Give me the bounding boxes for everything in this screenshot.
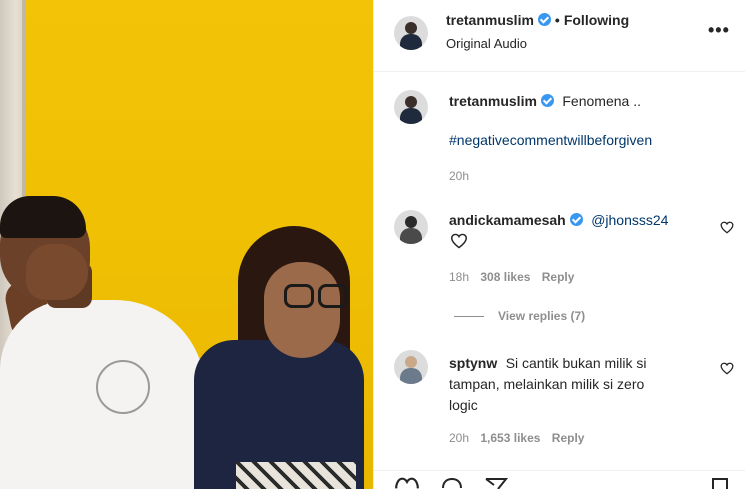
view-replies-row[interactable]: View replies (7) (454, 309, 585, 323)
audio-label[interactable]: Original Audio (446, 36, 527, 51)
share-icon[interactable] (484, 476, 508, 489)
commenter-avatar[interactable] (394, 350, 428, 384)
woman-skirt (236, 462, 356, 489)
comment-meta: 20h 1,653 likes Reply (449, 431, 584, 445)
heart-icon[interactable] (394, 476, 420, 489)
header-username[interactable]: tretanmuslim (446, 12, 534, 28)
caption-avatar[interactable] (394, 90, 428, 124)
verified-badge-icon (569, 213, 583, 226)
comment-time: 18h (449, 270, 470, 284)
caption-line: tretanmuslim Fenomena .. (449, 93, 641, 111)
bookmark-icon[interactable] (710, 476, 730, 489)
comment-icon[interactable] (440, 476, 464, 489)
caption-time: 20h (449, 169, 470, 183)
avatar-body (400, 228, 422, 244)
view-replies-button[interactable]: View replies (7) (498, 309, 585, 323)
avatar-body (400, 34, 422, 50)
shirt-print (96, 360, 150, 414)
glasses-right-lens (318, 284, 348, 308)
reply-button[interactable]: Reply (552, 431, 585, 445)
comment-text-line3: logic (449, 397, 478, 413)
following-button[interactable]: Following (564, 12, 629, 28)
replies-divider (454, 316, 484, 318)
avatar-head (405, 356, 417, 368)
comment-username[interactable]: sptynw (449, 355, 497, 371)
heart-icon[interactable] (450, 233, 468, 249)
woman-face (264, 262, 340, 358)
comment-likes[interactable]: 308 likes (480, 270, 530, 284)
more-icon[interactable]: ••• (708, 20, 730, 41)
comment-mention[interactable]: @jhonsss24 (591, 212, 668, 228)
verified-badge-icon (537, 13, 551, 26)
comment-like-heart-icon[interactable] (720, 362, 734, 375)
comment-meta: 18h 308 likes Reply (449, 270, 574, 284)
post-header: tretanmuslim • Following Original Audio ••… (374, 0, 745, 72)
author-avatar[interactable] (394, 16, 428, 50)
avatar-head (405, 216, 417, 228)
man-hand-covering-face (26, 244, 88, 300)
comment-body: sptynw Si cantik bukan milik si tampan, … (449, 353, 694, 416)
header-user-line: tretanmuslim • Following (446, 12, 629, 28)
comment-username[interactable]: andickamamesah (449, 212, 566, 228)
avatar-body (400, 108, 422, 124)
commenter-avatar[interactable] (394, 210, 428, 244)
action-bar (374, 470, 745, 489)
post-media[interactable] (0, 0, 373, 489)
comment-text-line2: tampan, melainkan milik si zero (449, 376, 645, 392)
comment-text-line1: Si cantik bukan milik si (505, 355, 647, 371)
comment-likes[interactable]: 1,653 likes (480, 431, 540, 445)
avatar-head (405, 22, 417, 34)
comment-time: 20h (449, 431, 470, 445)
verified-badge-icon (540, 94, 554, 107)
comment-line: andickamamesah @jhonsss24 (449, 212, 668, 230)
reply-button[interactable]: Reply (542, 270, 575, 284)
comment-like-heart-icon[interactable] (720, 221, 734, 234)
glasses-left-lens (284, 284, 314, 308)
avatar-body (400, 368, 422, 384)
man-hair (0, 196, 86, 238)
avatar-head (405, 96, 417, 108)
caption-username[interactable]: tretanmuslim (449, 93, 537, 109)
hashtag-link[interactable]: #negativecommentwillbeforgiven (449, 132, 652, 148)
post-details-pane: tretanmuslim • Following Original Audio ••… (373, 0, 745, 489)
separator-dot: • (554, 12, 560, 28)
caption-text: Fenomena .. (562, 93, 641, 109)
